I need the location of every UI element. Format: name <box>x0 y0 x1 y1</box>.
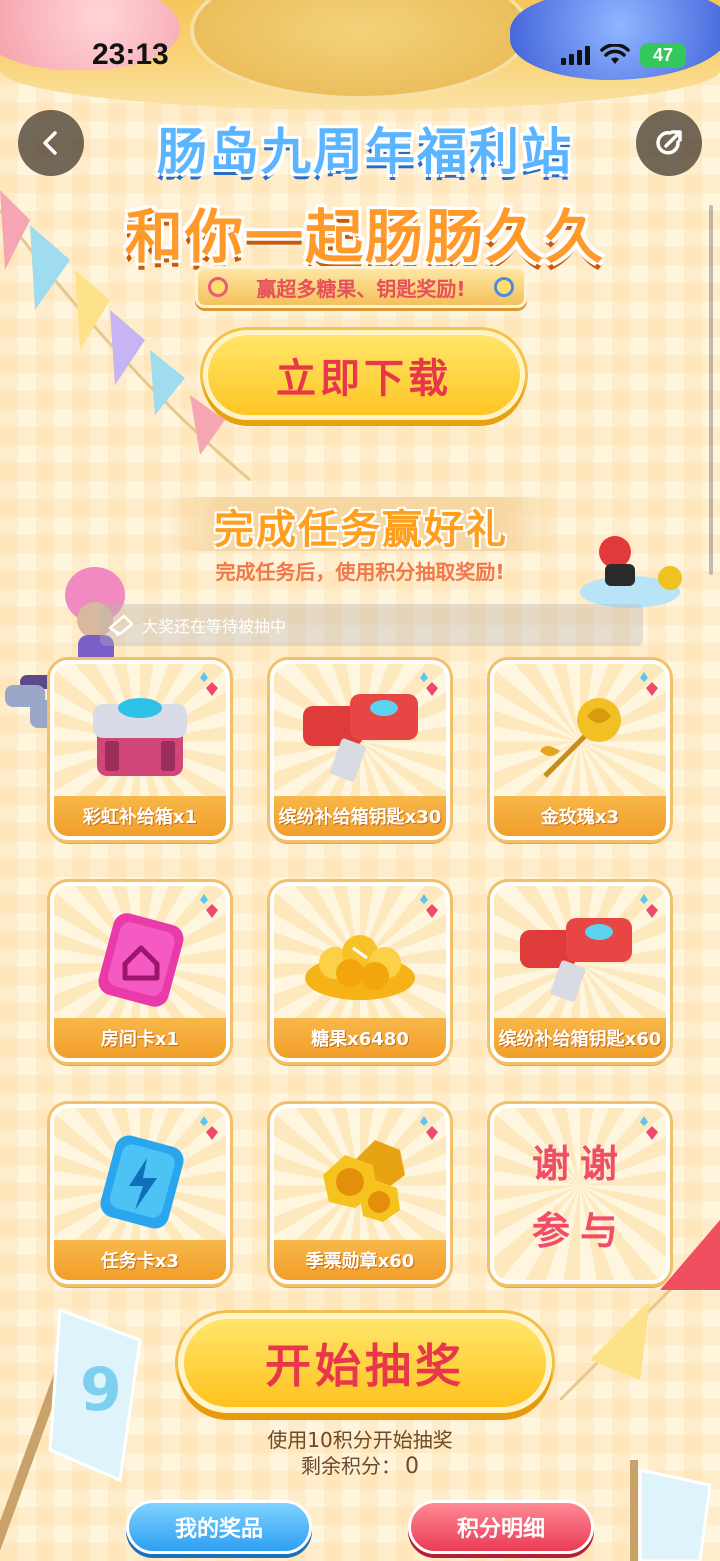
start-draw-label: 开始抽奖 <box>265 1339 465 1393</box>
task-section-title-text: 完成任务赢好礼 <box>214 507 508 553</box>
season-medal-icon <box>323 1140 405 1222</box>
event-title: 肠岛九周年福利站 和你一起肠肠久久 <box>100 112 630 274</box>
gem-sparkle-icon <box>420 894 438 918</box>
prize-card[interactable]: 糖果x6480 <box>270 882 450 1062</box>
back-button[interactable] <box>18 110 84 176</box>
task-section-subtitle: 完成任务后，使用积分抽取奖励! <box>215 560 505 584</box>
candy-icon <box>305 935 415 1000</box>
download-now-button[interactable]: 立即下载 <box>203 330 525 420</box>
status-time: 23:13 <box>92 38 169 71</box>
star-badge-icon <box>494 277 514 297</box>
battery-indicator: 47 <box>640 42 686 68</box>
scrollbar[interactable] <box>709 205 713 575</box>
prize-card[interactable]: 缤纷补给箱钥匙x60 <box>490 882 670 1062</box>
task-section-title: 完成任务赢好礼 <box>164 497 558 553</box>
start-draw-button[interactable]: 开始抽奖 <box>178 1313 552 1413</box>
prize-card[interactable]: 彩虹补给箱x1 <box>50 660 230 840</box>
points-detail-label: 积分明细 <box>456 1517 545 1542</box>
prize-label: 任务卡x3 <box>100 1251 180 1272</box>
gem-sparkle-icon <box>420 672 438 696</box>
download-now-label: 立即下载 <box>276 356 452 402</box>
gold-rose-icon <box>540 698 621 778</box>
event-title-line2: 和你一起肠肠久久 <box>124 203 605 271</box>
gem-sparkle-icon <box>420 1116 438 1140</box>
gem-sparkle-icon <box>640 672 658 696</box>
prize-card[interactable]: 缤纷补给箱钥匙x30 <box>270 660 450 840</box>
prize-label: 彩虹补给箱x1 <box>82 807 198 828</box>
prize-ticker: 大奖还在等待被抽中 <box>100 604 643 646</box>
prize-card[interactable]: 房间卡x1 <box>50 882 230 1062</box>
gem-sparkle-icon <box>640 1116 658 1140</box>
svg-text:9: 9 <box>80 1355 122 1425</box>
prize-label: 糖果x6480 <box>311 1029 409 1050</box>
pennant-flags-decoration <box>560 1220 720 1400</box>
chevron-left-icon <box>43 131 57 155</box>
share-icon <box>656 130 682 155</box>
status-icons: 47 <box>561 42 686 68</box>
megaphone-icon <box>108 614 134 636</box>
points-detail-button[interactable]: 积分明细 <box>408 1500 594 1554</box>
rainbow-supply-box-icon <box>93 698 187 776</box>
prize-label: 缤纷补给箱钥匙x30 <box>278 807 442 828</box>
gem-sparkle-icon <box>640 894 658 918</box>
prize-card[interactable]: 金玫瑰x3 <box>490 660 670 840</box>
prize-label: 金玫瑰x3 <box>540 807 620 828</box>
remaining-points-label: 剩余积分： <box>301 1454 401 1478</box>
event-title-line1: 肠岛九周年福利站 <box>157 123 573 181</box>
prize-card[interactable]: 季票勋章x60 <box>270 1104 450 1284</box>
ticker-text: 大奖还在等待被抽中 <box>142 617 287 636</box>
remaining-points: 剩余积分： 0 <box>200 1450 520 1479</box>
gem-sparkle-icon <box>200 894 218 918</box>
remaining-points-value: 0 <box>405 1454 419 1479</box>
prize-label: 季票勋章x60 <box>305 1251 415 1272</box>
character-right-art <box>580 536 682 608</box>
share-button[interactable] <box>636 110 702 176</box>
task-card-icon <box>100 1135 184 1229</box>
star-badge-icon <box>208 277 228 297</box>
prize-label: 缤纷补给箱钥匙x60 <box>498 1029 662 1050</box>
gem-sparkle-icon <box>200 1116 218 1140</box>
gem-sparkle-icon <box>200 672 218 696</box>
wifi-icon <box>600 44 630 64</box>
draw-cost-text: 使用10积分开始抽奖 <box>267 1428 453 1452</box>
supply-box-key-icon <box>303 694 418 782</box>
my-prizes-label: 我的奖品 <box>174 1517 263 1542</box>
subtitle-ribbon: 赢超多糖果、钥匙奖励! <box>195 266 527 308</box>
prize-card[interactable]: 任务卡x3 <box>50 1104 230 1284</box>
my-prizes-button[interactable]: 我的奖品 <box>126 1500 312 1554</box>
prize-label: 房间卡x1 <box>100 1029 180 1050</box>
cellular-signal-icon <box>561 45 590 65</box>
room-card-icon <box>98 913 184 1007</box>
status-bar: 23:13 47 <box>0 30 720 80</box>
subtitle-text: 赢超多糖果、钥匙奖励! <box>256 276 466 301</box>
anniversary-flag-decoration <box>630 1460 712 1561</box>
supply-box-key-icon <box>520 918 632 1002</box>
